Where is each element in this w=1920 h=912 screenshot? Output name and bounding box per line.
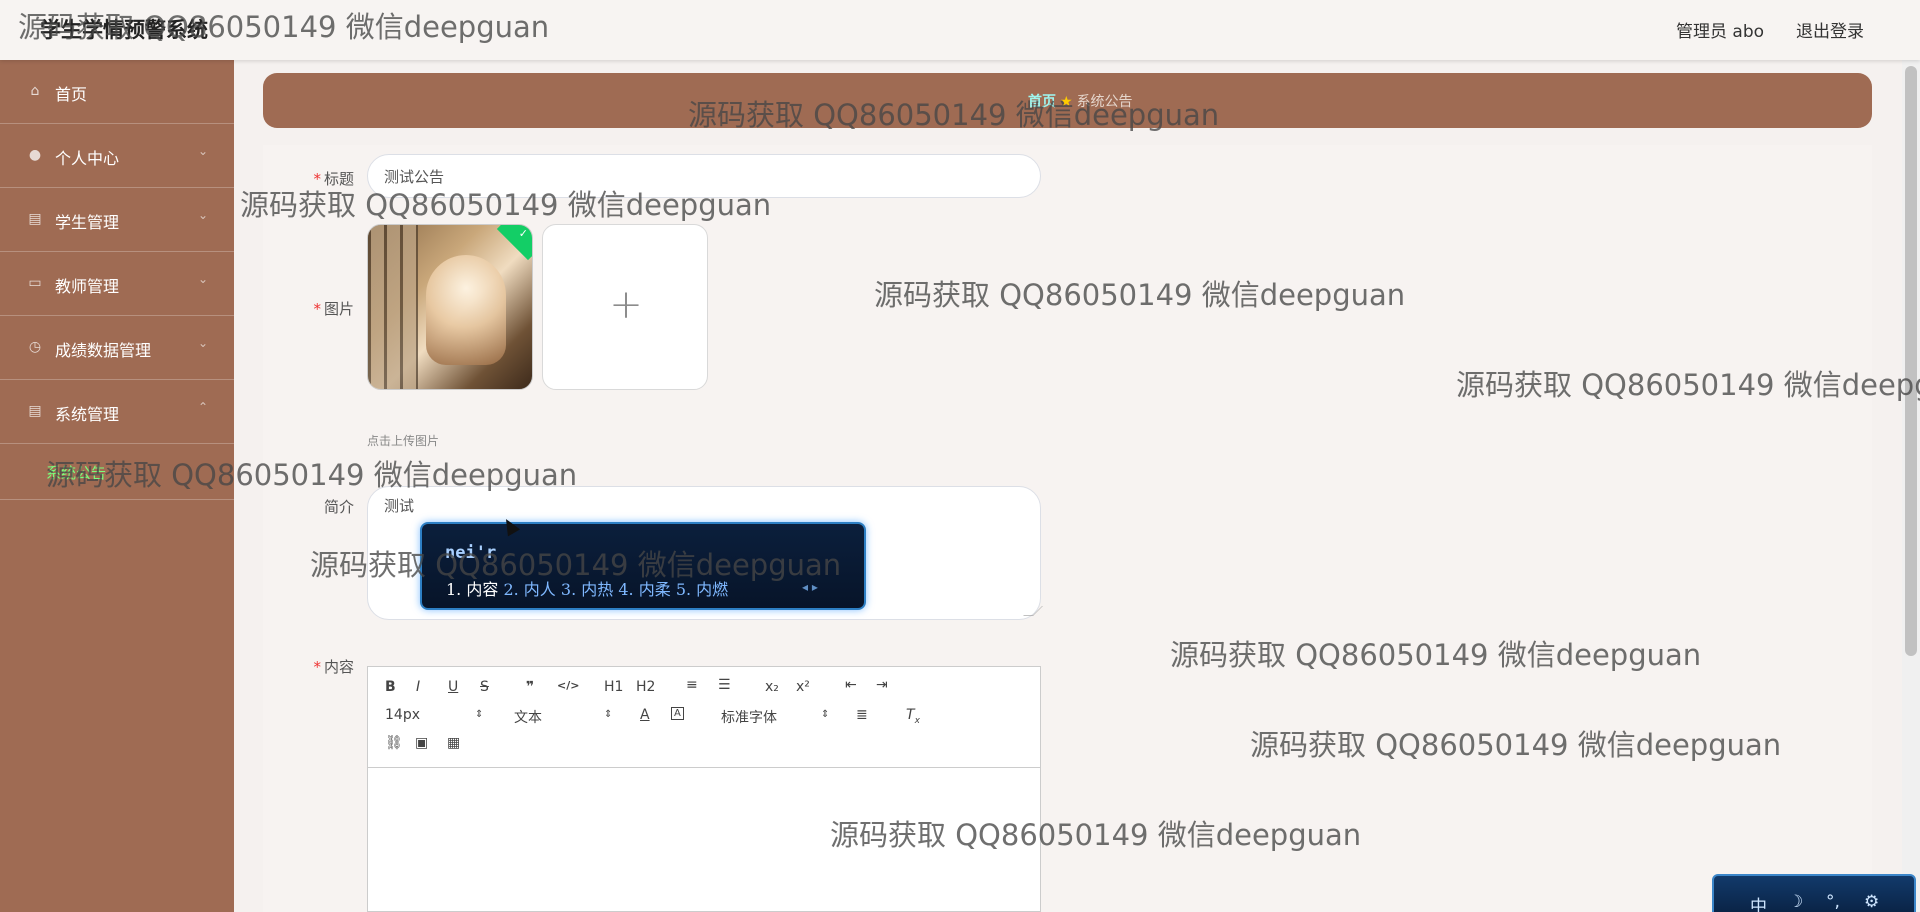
ime-candidate[interactable]: 3. 内热 [561, 580, 613, 599]
ordered-list-icon[interactable]: ≡ [686, 677, 698, 693]
intro-field-label: 简介 [323, 498, 354, 516]
home-icon: ⌂ [30, 83, 40, 99]
ime-candidates: 1. 内容 2. 内人 3. 内热 4. 内柔 5. 内燃 [446, 576, 728, 600]
chevron-up-icon: ⌃ [198, 400, 209, 414]
ime-candidate[interactable]: 5. 内燃 [676, 580, 728, 599]
ime-candidate[interactable]: 1. 内容 [446, 580, 498, 599]
outdent-icon[interactable]: ⇤ [845, 677, 857, 693]
font-color-button[interactable]: A [640, 707, 650, 723]
image-upload-button[interactable]: + [542, 224, 708, 390]
sidebar: ⌂ 首页 ● 个人中心 ⌄ ▤ 学生管理 ⌄ ▭ 教师管理 ⌄ ◷ 成绩数据管理… [0, 60, 234, 912]
clipboard-icon: ▤ [28, 211, 42, 227]
title-input[interactable] [367, 154, 1041, 198]
sidebar-item-student-management[interactable]: ▤ 学生管理 ⌄ [0, 188, 234, 252]
indent-icon[interactable]: ⇥ [876, 677, 888, 693]
sidebar-item-label: 个人中心 [55, 149, 120, 168]
underline-button[interactable]: U [448, 679, 458, 695]
breadcrumb-home-link[interactable]: 首页 [1028, 94, 1056, 110]
logout-link[interactable]: 退出登录 [1796, 17, 1864, 42]
image-icon[interactable]: ▣ [415, 735, 428, 751]
star-icon: ★ [1060, 94, 1073, 110]
heading2-button[interactable]: H2 [636, 679, 655, 695]
editor-toolbar: B I U S ❞ </> H1 H2 ≡ ☰ x₂ x² ⇤ ⇥ 14px ⇕ … [368, 667, 1040, 768]
blockquote-button[interactable]: ❞ [526, 679, 534, 695]
uploaded-image-thumbnail[interactable]: ✓ [367, 224, 533, 390]
align-left-icon[interactable]: ≣ [856, 707, 868, 723]
sidebar-item-label: 教师管理 [55, 277, 120, 296]
app-title: 学生学情预警系统 [40, 18, 208, 42]
sidebar-item-label: 成绩数据管理 [55, 341, 152, 360]
user-icon: ● [28, 147, 42, 163]
editor-content-area[interactable] [368, 768, 1040, 911]
bold-button[interactable]: B [385, 679, 396, 695]
upload-tip: 点击上传图片 [367, 434, 440, 448]
clear-format-icon[interactable]: Tx [906, 707, 920, 726]
link-icon[interactable]: ⛓ [385, 735, 403, 751]
font-family-select[interactable]: 标准字体 ⇕ [721, 707, 831, 727]
ime-composition-text: nei'r [445, 543, 497, 563]
strike-button[interactable]: S [480, 679, 489, 695]
highlight-color-icon[interactable]: A [671, 707, 684, 720]
code-block-button[interactable]: </> [557, 679, 579, 692]
subscript-button[interactable]: x₂ [765, 679, 779, 695]
scrollbar-thumb[interactable] [1905, 66, 1917, 656]
check-icon: ✓ [518, 227, 528, 240]
chevron-down-icon: ⌄ [198, 144, 209, 158]
breadcrumb-path: 首页 ★ 系统公告 [1028, 91, 1133, 111]
top-header: 学生学情预警系统 管理员 abo 退出登录 [0, 0, 1920, 60]
page-scrollbar[interactable] [1902, 60, 1920, 912]
punctuation-icon[interactable]: °, [1826, 892, 1840, 912]
chevron-down-icon: ⌄ [198, 336, 209, 350]
sidebar-subitem-label: 系统公告 [46, 464, 107, 482]
breadcrumb: 首页 ★ 系统公告 [263, 73, 1872, 128]
video-icon[interactable]: ▦ [447, 735, 460, 751]
ime-page-arrows-icon[interactable]: ◂ ▸ [802, 580, 818, 594]
chevron-down-icon: ⌄ [198, 208, 209, 222]
ime-candidate[interactable]: 2. 内人 [503, 580, 555, 599]
sidebar-item-label: 首页 [55, 85, 88, 104]
image-field-label: * 图片 [313, 300, 354, 318]
bullet-list-icon[interactable]: ☰ [718, 677, 731, 693]
sidebar-item-home[interactable]: ⌂ 首页 [0, 60, 234, 124]
compass-icon: ◷ [28, 339, 42, 355]
sidebar-item-label: 学生管理 [55, 213, 120, 232]
heading1-button[interactable]: H1 [604, 679, 623, 695]
ime-chinese-mode[interactable]: 中 [1750, 892, 1767, 912]
id-card-icon: ▭ [28, 275, 42, 291]
sidebar-item-label: 系统管理 [55, 405, 120, 424]
sidebar-item-personal-center[interactable]: ● 个人中心 ⌄ [0, 124, 234, 188]
ime-candidate-window: nei'r 1. 内容 2. 内人 3. 内热 4. 内柔 5. 内燃 ◂ ▸ [420, 522, 866, 610]
title-field-label: * 标题 [313, 170, 354, 188]
moon-icon[interactable]: ☽ [1788, 892, 1803, 912]
chevron-down-icon: ⌄ [198, 272, 209, 286]
content-field-label: * 内容 [313, 658, 354, 676]
gear-icon[interactable]: ⚙ [1864, 892, 1879, 912]
italic-button[interactable]: I [416, 679, 420, 695]
sidebar-item-grade-data-management[interactable]: ◷ 成绩数据管理 ⌄ [0, 316, 234, 380]
block-type-select[interactable]: 文本 ⇕ [514, 707, 614, 727]
clipboard-icon: ▤ [28, 403, 42, 419]
font-size-select[interactable]: 14px ⇕ [385, 707, 485, 723]
sidebar-item-teacher-management[interactable]: ▭ 教师管理 ⌄ [0, 252, 234, 316]
ime-candidate[interactable]: 4. 内柔 [618, 580, 670, 599]
sidebar-item-system-management[interactable]: ▤ 系统管理 ⌃ [0, 380, 234, 444]
sidebar-subitem-system-announcement[interactable]: 系统公告 [0, 444, 234, 500]
plus-icon: + [609, 282, 643, 328]
current-user-label: 管理员 abo [1676, 22, 1765, 42]
rich-text-editor: B I U S ❞ </> H1 H2 ≡ ☰ x₂ x² ⇤ ⇥ 14px ⇕ … [367, 666, 1041, 912]
superscript-button[interactable]: x² [796, 679, 810, 695]
breadcrumb-current: 系统公告 [1076, 94, 1133, 110]
ime-status-bar[interactable]: 中 ☽ °, ⚙ [1712, 874, 1916, 912]
